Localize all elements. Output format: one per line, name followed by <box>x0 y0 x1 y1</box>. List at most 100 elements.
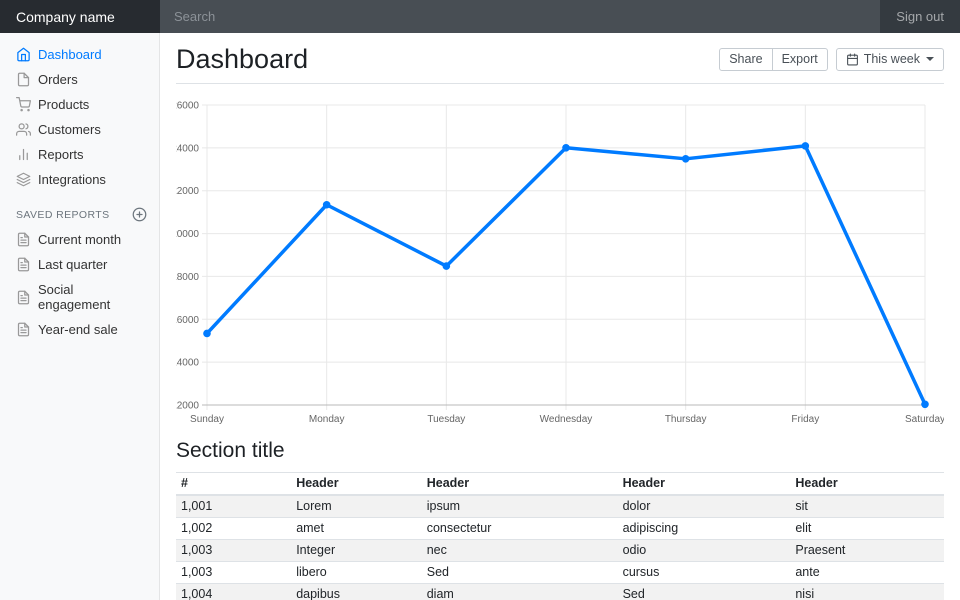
svg-text:Sunday: Sunday <box>190 414 224 425</box>
brand-link[interactable]: Company name <box>0 0 160 33</box>
table-cell: Integer <box>291 540 422 562</box>
nav-item: Products <box>0 92 160 117</box>
svg-text:Wednesday: Wednesday <box>540 414 593 425</box>
svg-text:26000: 26000 <box>176 101 199 112</box>
export-button[interactable]: Export <box>772 48 828 71</box>
table-cell: diam <box>422 584 618 600</box>
table-cell: odio <box>618 540 791 562</box>
sidebar-item-orders[interactable]: Orders <box>0 67 160 92</box>
table-cell: Sed <box>422 562 618 584</box>
nav-item: Dashboard <box>0 42 160 67</box>
table-row: 1,002ametconsecteturadipiscingelit <box>176 518 944 540</box>
weekly-sales-line-chart: 12000 14000 16000 18000 20000 22000 24000 26000… <box>176 97 944 427</box>
file-text-icon <box>16 257 31 272</box>
sidebar-item-label: Year-end sale <box>38 322 118 337</box>
svg-text:Thursday: Thursday <box>665 414 707 425</box>
sidebar-item-label: Orders <box>38 72 78 87</box>
sidebar-item-social-engagement[interactable]: Social engagement <box>0 277 160 317</box>
sidebar-item-current-month[interactable]: Current month <box>0 227 160 252</box>
home-icon <box>16 47 31 62</box>
table-body: 1,001Loremipsumdolorsit1,002ametconsecte… <box>176 495 944 600</box>
sidebar-item-year-end-sale[interactable]: Year-end sale <box>0 317 160 342</box>
file-icon <box>16 72 31 87</box>
nav-item: Customers <box>0 117 160 142</box>
calendar-icon <box>846 53 859 66</box>
table-cell: 1,001 <box>176 495 291 518</box>
share-export-group: Share Export <box>719 48 828 71</box>
search-input[interactable] <box>160 0 880 33</box>
table-row: 1,003liberoSedcursusante <box>176 562 944 584</box>
sidebar-item-dashboard[interactable]: Dashboard <box>0 42 160 67</box>
table-cell: dolor <box>618 495 791 518</box>
table-row: 1,004dapibusdiamSednisi <box>176 584 944 600</box>
table-cell: consectetur <box>422 518 618 540</box>
svg-text:12000: 12000 <box>176 401 199 412</box>
svg-text:22000: 22000 <box>176 186 199 197</box>
file-text-icon <box>16 232 31 247</box>
table-cell: ipsum <box>422 495 618 518</box>
svg-text:24000: 24000 <box>176 143 199 154</box>
sidebar-item-label: Social engagement <box>38 282 144 312</box>
chart-container: 12000 14000 16000 18000 20000 22000 24000 26000… <box>176 97 944 427</box>
table-header: Header <box>422 473 618 496</box>
sidebar-item-integrations[interactable]: Integrations <box>0 167 160 192</box>
svg-text:Monday: Monday <box>309 414 345 425</box>
nav-item: Year-end sale <box>0 317 160 342</box>
table-head: #HeaderHeaderHeaderHeader <box>176 473 944 496</box>
nav-item: Reports <box>0 142 160 167</box>
users-icon <box>16 122 31 137</box>
svg-text:18000: 18000 <box>176 272 199 283</box>
sidebar-item-label: Dashboard <box>38 47 102 62</box>
section-title: Section title <box>176 439 944 463</box>
page-title: Dashboard <box>176 44 308 74</box>
svg-text:16000: 16000 <box>176 315 199 326</box>
table-cell: 1,003 <box>176 540 291 562</box>
svg-text:Tuesday: Tuesday <box>427 414 465 425</box>
week-dropdown-button[interactable]: This week <box>836 48 944 71</box>
sidebar-item-label: Customers <box>38 122 101 137</box>
layers-icon <box>16 172 31 187</box>
table-cell: sit <box>790 495 944 518</box>
bar-chart-icon <box>16 147 31 162</box>
plus-circle-icon[interactable] <box>132 207 147 222</box>
sidebar-nav: Dashboard Orders Products Customers Reports I… <box>0 42 160 192</box>
sidebar-item-label: Integrations <box>38 172 106 187</box>
sidebar-item-last-quarter[interactable]: Last quarter <box>0 252 160 277</box>
table-header: # <box>176 473 291 496</box>
table-header: Header <box>618 473 791 496</box>
nav-item: Last quarter <box>0 252 160 277</box>
file-text-icon <box>16 322 31 337</box>
top-navbar: Company name Sign out <box>0 0 960 33</box>
share-button[interactable]: Share <box>719 48 772 71</box>
table-cell: cursus <box>618 562 791 584</box>
toolbar: Share Export This week <box>719 48 944 71</box>
sidebar-item-products[interactable]: Products <box>0 92 160 117</box>
sidebar: Dashboard Orders Products Customers Reports I… <box>0 33 160 600</box>
table-row: 1,003IntegernecodioPraesent <box>176 540 944 562</box>
file-text-icon <box>16 290 31 305</box>
table-cell: Praesent <box>790 540 944 562</box>
saved-reports-nav: Current month Last quarter Social engageme… <box>0 227 160 342</box>
nav-item: Current month <box>0 227 160 252</box>
sidebar-item-reports[interactable]: Reports <box>0 142 160 167</box>
table-cell: nec <box>422 540 618 562</box>
table-cell: dapibus <box>291 584 422 600</box>
svg-text:20000: 20000 <box>176 229 199 240</box>
table-row: 1,001Loremipsumdolorsit <box>176 495 944 518</box>
chevron-down-icon <box>926 57 934 61</box>
svg-text:14000: 14000 <box>176 358 199 369</box>
svg-text:Saturday: Saturday <box>905 414 944 425</box>
table-cell: adipiscing <box>618 518 791 540</box>
svg-text:Friday: Friday <box>791 414 819 425</box>
table-cell: 1,002 <box>176 518 291 540</box>
sign-out-link[interactable]: Sign out <box>880 0 960 33</box>
sidebar-item-label: Products <box>38 97 89 112</box>
sidebar-item-label: Current month <box>38 232 121 247</box>
table-cell: Lorem <box>291 495 422 518</box>
saved-reports-heading: Saved reports <box>0 207 160 222</box>
table-cell: elit <box>790 518 944 540</box>
table-cell: ante <box>790 562 944 584</box>
table-cell: libero <box>291 562 422 584</box>
main-content: Dashboard Share Export This week <box>160 33 960 600</box>
sidebar-item-customers[interactable]: Customers <box>0 117 160 142</box>
